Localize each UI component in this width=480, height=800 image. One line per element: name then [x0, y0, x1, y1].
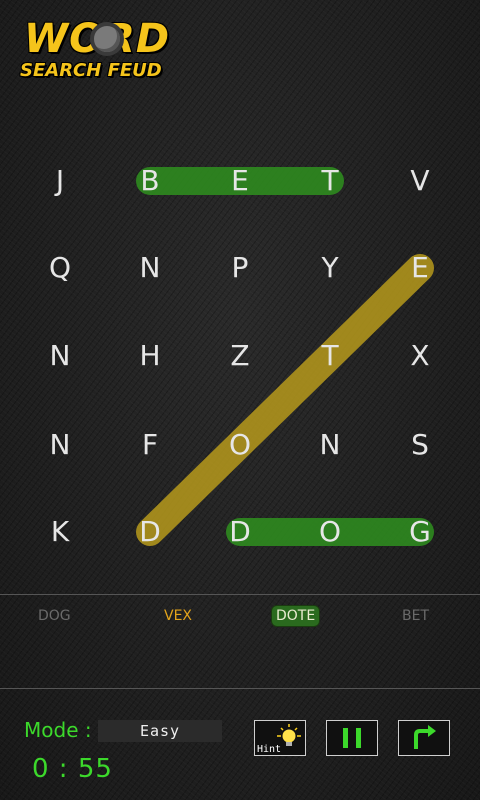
- grid-cell[interactable]: E: [390, 248, 450, 288]
- pause-button[interactable]: [326, 720, 378, 756]
- grid-cell[interactable]: H: [120, 336, 180, 376]
- grid-cell[interactable]: D: [120, 512, 180, 552]
- grid-cell[interactable]: X: [390, 336, 450, 376]
- grid-cell[interactable]: N: [30, 336, 90, 376]
- app-logo: WORD SEARCH FEUD: [20, 16, 180, 88]
- grid-cell[interactable]: T: [300, 161, 360, 201]
- grid-cell[interactable]: J: [30, 161, 90, 201]
- word-item-vex: VEX: [164, 608, 193, 624]
- restart-button[interactable]: [398, 720, 450, 756]
- logo-subtitle: SEARCH FEUD: [20, 60, 162, 81]
- timer: 0 : 55: [32, 754, 113, 784]
- divider-top: [0, 594, 480, 595]
- grid-cell[interactable]: P: [210, 248, 270, 288]
- hint-button[interactable]: Hint: [254, 720, 306, 756]
- grid-cell[interactable]: N: [300, 425, 360, 465]
- grid-cell[interactable]: O: [210, 425, 270, 465]
- grid-cell[interactable]: D: [210, 512, 270, 552]
- grid-cell[interactable]: Z: [210, 336, 270, 376]
- grid-cell[interactable]: N: [30, 425, 90, 465]
- magnifier-icon: [90, 22, 124, 56]
- grid-cell[interactable]: S: [390, 425, 450, 465]
- word-item-dote: DOTE: [272, 606, 320, 626]
- grid-cell[interactable]: V: [390, 161, 450, 201]
- grid-cell[interactable]: Q: [30, 248, 90, 288]
- restart-arrow-icon: [414, 725, 436, 749]
- grid-cell[interactable]: T: [300, 336, 360, 376]
- grid-cell[interactable]: N: [120, 248, 180, 288]
- mode-label: Mode :: [24, 718, 92, 742]
- grid-cell[interactable]: B: [120, 161, 180, 201]
- mode-value: Easy: [98, 720, 222, 742]
- grid-cell[interactable]: O: [300, 512, 360, 552]
- highlight-dote: [136, 254, 434, 546]
- divider-bottom: [0, 688, 480, 689]
- letter-grid[interactable]: JBETVQNPYENHZTXNFONSKDDOG: [0, 136, 480, 576]
- pause-icon: [343, 728, 361, 748]
- grid-cell[interactable]: G: [390, 512, 450, 552]
- word-item-bet: BET: [402, 608, 430, 624]
- grid-cell[interactable]: K: [30, 512, 90, 552]
- grid-cell[interactable]: Y: [300, 248, 360, 288]
- grid-cell[interactable]: E: [210, 161, 270, 201]
- grid-cell[interactable]: F: [120, 425, 180, 465]
- word-item-dog: DOG: [38, 608, 71, 624]
- hint-label: Hint: [257, 744, 282, 755]
